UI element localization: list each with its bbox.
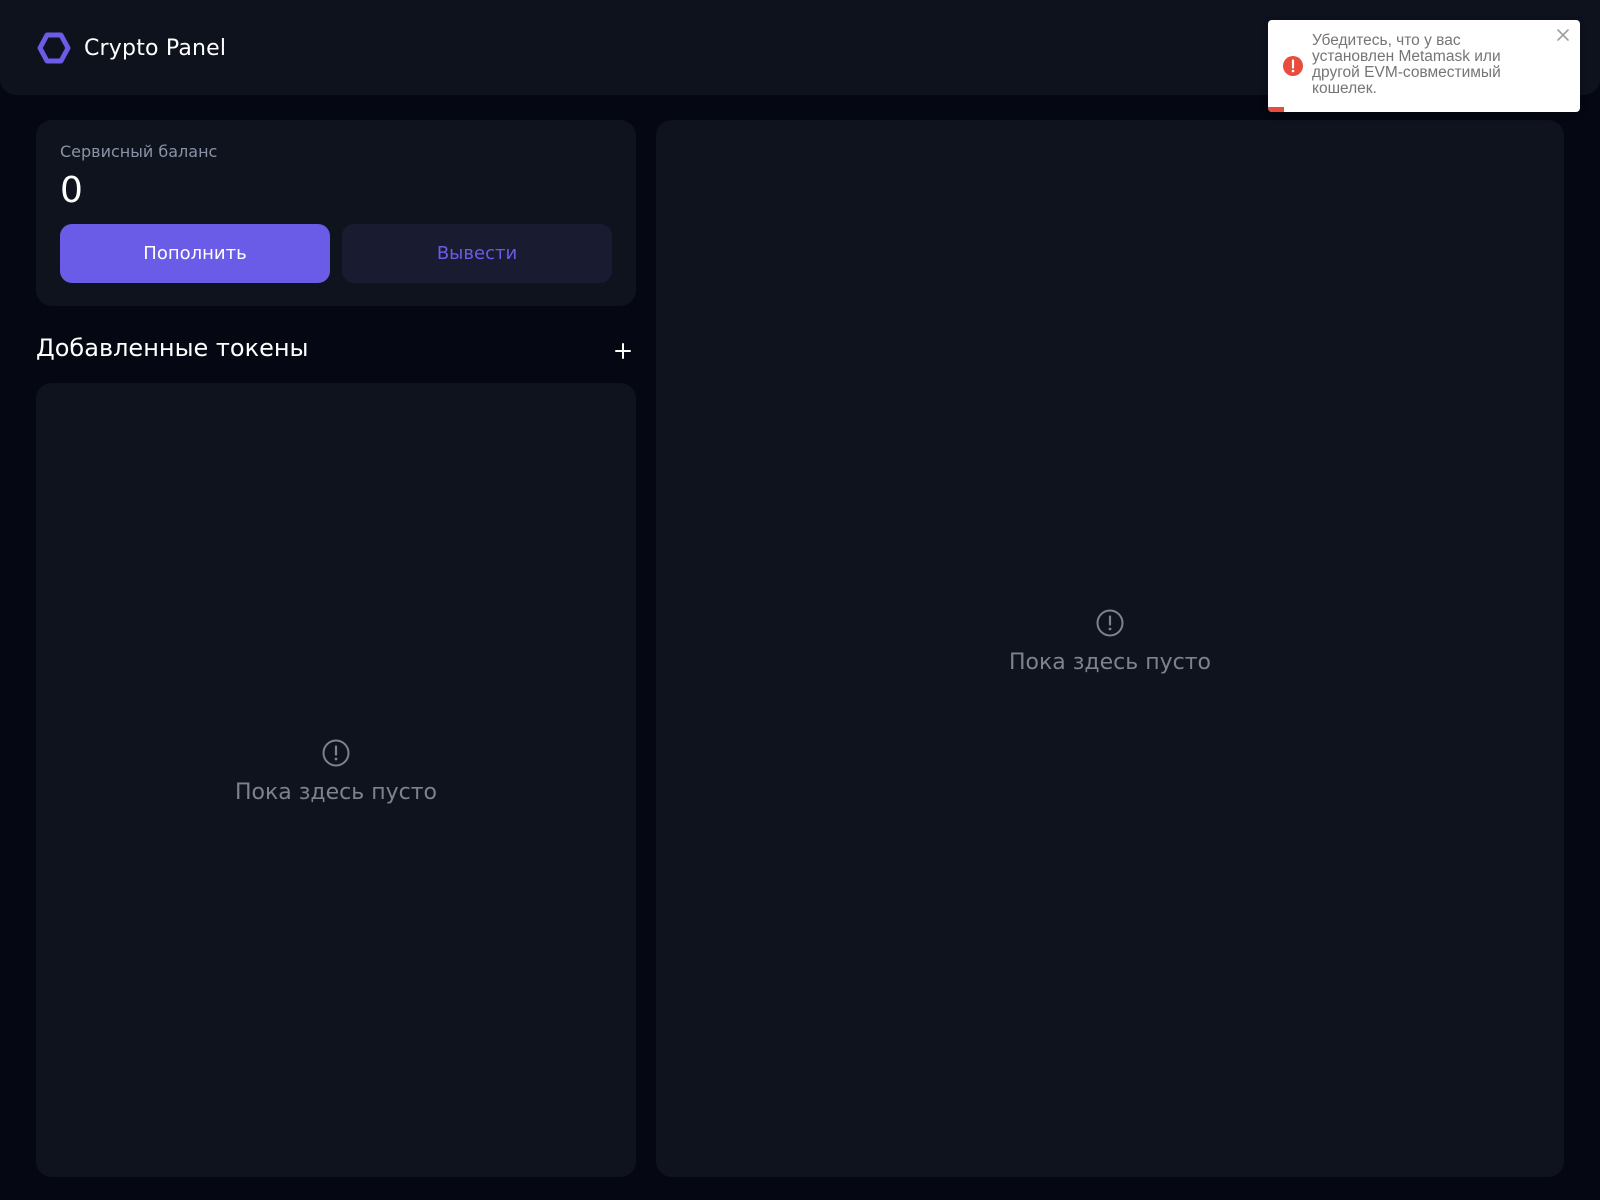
- empty-state-text: Пока здесь пусто: [1008, 650, 1212, 675]
- main-panel-card: Пока здесь пусто: [656, 120, 1564, 1177]
- deposit-button[interactable]: Пополнить: [60, 224, 330, 283]
- app-title: Crypto Panel: [84, 35, 227, 61]
- balance-card: Сервисный баланс 0 Пополнить Вывести: [36, 120, 636, 306]
- main-empty-state: Пока здесь пусто: [656, 608, 1564, 675]
- error-toast[interactable]: Убедитесь, что у вас установлен Metamask…: [1268, 20, 1580, 112]
- plus-icon: [615, 343, 631, 359]
- toast-message: Убедитесь, что у вас установлен Metamask…: [1312, 32, 1501, 97]
- tokens-section-title: Добавленные токены: [36, 334, 309, 362]
- toast-progress-bar: [1268, 107, 1284, 112]
- balance-value: 0: [60, 170, 83, 211]
- tokens-list-card: Пока здесь пусто: [36, 383, 636, 1177]
- withdraw-button[interactable]: Вывести: [342, 224, 612, 283]
- tokens-empty-state: Пока здесь пусто: [36, 738, 636, 805]
- alert-circle-icon: [1096, 609, 1124, 637]
- error-icon: [1283, 56, 1303, 76]
- close-icon[interactable]: [1556, 28, 1570, 42]
- hexagon-logo-icon: [37, 32, 71, 64]
- alert-circle-icon: [322, 739, 350, 767]
- balance-label: Сервисный баланс: [60, 142, 218, 161]
- brand[interactable]: Crypto Panel: [36, 30, 226, 66]
- add-token-button[interactable]: [610, 338, 636, 364]
- empty-state-text: Пока здесь пусто: [234, 780, 438, 805]
